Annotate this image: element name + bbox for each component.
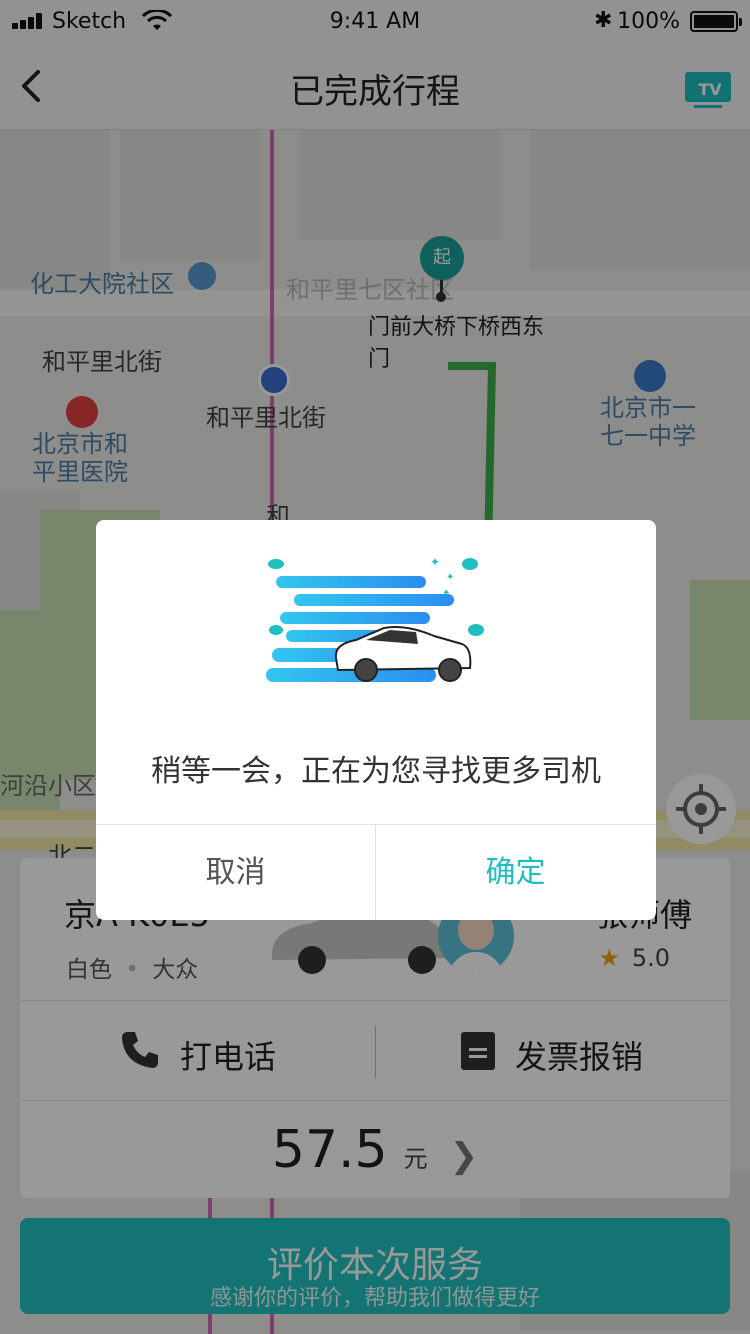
car-illustration: ✦ ✦ ✦	[266, 556, 484, 682]
svg-text:✦: ✦	[442, 588, 450, 599]
svg-text:✦: ✦	[430, 556, 440, 569]
cancel-button[interactable]: 取消	[96, 825, 375, 920]
dialog: ✦ ✦ ✦ 稍等一会，正在为您寻找更多司机 取消 确定	[96, 520, 656, 920]
dialog-message: 稍等一会，正在为您寻找更多司机	[151, 754, 601, 789]
confirm-button[interactable]: 确定	[376, 825, 655, 920]
svg-text:✦: ✦	[446, 572, 454, 583]
